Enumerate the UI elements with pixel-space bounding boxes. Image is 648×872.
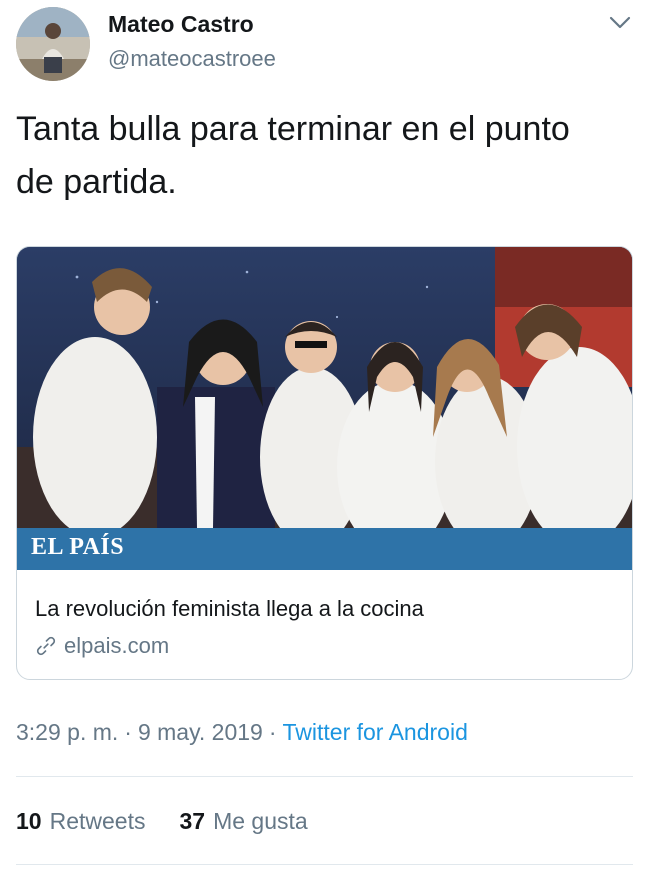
meta-separator: · [124,719,132,745]
user-handle[interactable]: @mateocastroee [108,46,276,72]
tweet-time[interactable]: 3:29 p. m. [16,719,118,745]
likes-stat[interactable]: 37 Me gusta [179,808,307,835]
likes-count: 37 [179,808,206,834]
retweets-stat[interactable]: 10 Retweets [16,808,145,835]
publisher-name: EL PAÍS [31,534,125,560]
divider [16,776,633,777]
tweet-date[interactable]: 9 may. 2019 [138,719,263,745]
tweet-text: Tanta bulla para terminar en el punto de… [16,110,570,201]
card-link-row: elpais.com [35,631,169,661]
link-icon [36,636,56,656]
card-title: La revolución feminista llega a la cocin… [35,596,424,621]
likes-label: Me gusta [213,808,308,834]
link-card[interactable]: EL PAÍS La revolución feminista llega a … [16,246,633,680]
avatar[interactable] [16,7,90,81]
tweet-source-link[interactable]: Twitter for Android [283,719,468,745]
retweets-label: Retweets [49,808,146,834]
divider [16,864,633,865]
card-domain: elpais.com [64,633,170,658]
display-name[interactable]: Mateo Castro [108,11,254,38]
tweet-stats: 10 Retweets 37 Me gusta [16,808,308,835]
tweet-meta: 3:29 p. m. · 9 may. 2019 · Twitter for Andro… [16,719,468,746]
avatar-photo [16,7,90,81]
chevron-down-icon[interactable] [606,10,634,34]
card-photo [17,247,632,553]
retweets-count: 10 [16,808,42,834]
publisher-banner: EL PAÍS [17,528,632,570]
meta-separator: · [268,719,277,745]
